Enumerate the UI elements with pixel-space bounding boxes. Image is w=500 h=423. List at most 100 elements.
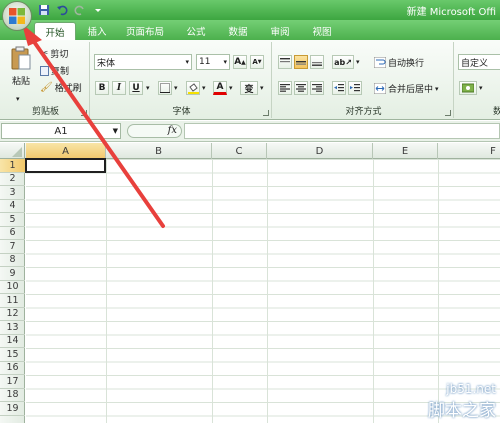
row-header-18[interactable]: 18: [0, 389, 25, 402]
column-header-e[interactable]: E: [373, 143, 438, 159]
row-headers: 1 2 3 4 5 6 7 8 9 10 11 12 13 14 15 16 17 18 19: [0, 159, 25, 423]
row-header-6[interactable]: 6: [0, 227, 25, 240]
alignment-launcher-icon[interactable]: [445, 110, 451, 116]
cut-label: 剪切: [50, 50, 69, 60]
insert-function-button[interactable]: fx: [168, 125, 177, 136]
font-color-label: A: [216, 82, 224, 92]
scissors-icon: ✂: [40, 48, 49, 59]
align-middle-icon: [296, 61, 306, 65]
format-painter-button[interactable]: 🖌 格式刷: [40, 81, 82, 94]
chevron-down-icon[interactable]: ▾: [146, 84, 150, 92]
chevron-down-icon[interactable]: ▾: [356, 58, 360, 66]
cut-button[interactable]: ✂ 剪切: [40, 47, 68, 60]
align-bottom-button[interactable]: [310, 55, 324, 69]
accounting-format-button[interactable]: [459, 81, 477, 95]
row-header-16[interactable]: 16: [0, 362, 25, 375]
align-middle-button[interactable]: [294, 55, 308, 69]
row-header-17[interactable]: 17: [0, 375, 25, 389]
chevron-down-icon[interactable]: ▾: [260, 84, 264, 92]
row-header-11[interactable]: 11: [0, 294, 25, 308]
tab-page-layout[interactable]: 页面布局: [118, 22, 172, 40]
chevron-down-icon[interactable]: ▾: [16, 95, 20, 103]
underline-label: U: [132, 83, 140, 93]
row-header-4[interactable]: 4: [0, 200, 25, 213]
font-launcher-icon[interactable]: [263, 110, 269, 116]
row-header-13[interactable]: 13: [0, 321, 25, 335]
column-header-b[interactable]: B: [106, 143, 212, 159]
formula-bar: A1 ▼ fx: [0, 121, 500, 142]
tab-insert[interactable]: 插入: [80, 22, 114, 40]
tab-data[interactable]: 数据: [220, 22, 256, 40]
align-top-button[interactable]: [278, 55, 292, 69]
undo-button[interactable]: [54, 3, 70, 18]
phonetic-button[interactable]: 变: [240, 81, 258, 95]
copy-button[interactable]: 复制: [40, 64, 69, 77]
alignment-group: ab↗ ▾ 自动换行 合并后居中 ▾ 对齐方式: [274, 42, 454, 118]
active-cell-a1[interactable]: [25, 158, 106, 173]
column-header-c[interactable]: C: [212, 143, 267, 159]
tab-formulas[interactable]: 公式: [178, 22, 214, 40]
currency-icon: [462, 83, 474, 93]
fill-color-button[interactable]: [186, 81, 200, 95]
align-right-button[interactable]: [310, 81, 324, 95]
row-header-10[interactable]: 10: [0, 281, 25, 294]
increase-indent-button[interactable]: [348, 81, 362, 95]
row-header-15[interactable]: 15: [0, 348, 25, 362]
clipboard-launcher-icon[interactable]: [81, 110, 87, 116]
number-format-select[interactable]: 自定义: [458, 54, 500, 70]
chevron-down-icon[interactable]: ▾: [229, 84, 233, 92]
formula-input[interactable]: [184, 123, 500, 139]
redo-button[interactable]: [72, 3, 88, 18]
chevron-down-icon: ▾: [223, 58, 227, 66]
undo-icon: [57, 5, 68, 16]
row-header-9[interactable]: 9: [0, 267, 25, 281]
row-header-2[interactable]: 2: [0, 173, 25, 186]
row-header-19[interactable]: 19: [0, 402, 25, 416]
grow-font-button[interactable]: A ▲: [233, 55, 247, 69]
tab-home[interactable]: 开始: [34, 22, 76, 40]
chevron-down-icon[interactable]: ▾: [202, 84, 206, 92]
font-color-button[interactable]: A: [213, 81, 227, 95]
row-header-5[interactable]: 5: [0, 213, 25, 227]
save-button[interactable]: [36, 3, 52, 18]
row-header-12[interactable]: 12: [0, 308, 25, 321]
align-bottom-icon: [312, 62, 322, 66]
align-center-icon: [296, 84, 306, 92]
wrap-text-button[interactable]: 自动换行: [374, 56, 424, 69]
row-header-3[interactable]: 3: [0, 186, 25, 200]
office-button[interactable]: [2, 1, 32, 31]
phonetic-label: 变: [244, 84, 254, 95]
column-divider: [106, 159, 107, 423]
bold-button[interactable]: B: [95, 81, 109, 95]
underline-button[interactable]: U: [129, 81, 143, 95]
merge-center-button[interactable]: 合并后居中 ▾: [374, 82, 439, 95]
row-header-8[interactable]: 8: [0, 254, 25, 267]
row-header-1[interactable]: 1: [0, 159, 25, 173]
italic-button[interactable]: I: [112, 81, 126, 95]
paste-button[interactable]: 粘贴: [6, 46, 36, 87]
orientation-button[interactable]: ab↗: [332, 55, 354, 69]
chevron-down-icon: ▾: [435, 84, 439, 93]
name-box[interactable]: A1 ▼: [1, 123, 121, 139]
column-header-a[interactable]: A: [26, 143, 106, 159]
tab-view[interactable]: 视图: [304, 22, 340, 40]
tab-review[interactable]: 审阅: [262, 22, 298, 40]
row-header-7[interactable]: 7: [0, 240, 25, 254]
column-header-f[interactable]: F: [438, 143, 500, 159]
decrease-indent-button[interactable]: [332, 81, 346, 95]
column-divider: [267, 159, 268, 423]
align-center-button[interactable]: [294, 81, 308, 95]
customize-qat-button[interactable]: [90, 3, 106, 18]
borders-button[interactable]: [158, 81, 172, 95]
font-name-value: 宋体: [97, 58, 116, 69]
column-header-d[interactable]: D: [267, 143, 373, 159]
shrink-font-button[interactable]: A ▼: [250, 55, 264, 69]
font-name-select[interactable]: 宋体 ▾: [94, 54, 192, 70]
chevron-down-icon[interactable]: ▾: [479, 84, 483, 92]
chevron-down-icon[interactable]: ▾: [174, 84, 178, 92]
row-header-14[interactable]: 14: [0, 335, 25, 348]
align-left-button[interactable]: [278, 81, 292, 95]
watermark: jb51.net 脚本之家: [428, 382, 496, 421]
select-all-button[interactable]: [0, 143, 25, 159]
font-size-select[interactable]: 11 ▾: [196, 54, 230, 70]
